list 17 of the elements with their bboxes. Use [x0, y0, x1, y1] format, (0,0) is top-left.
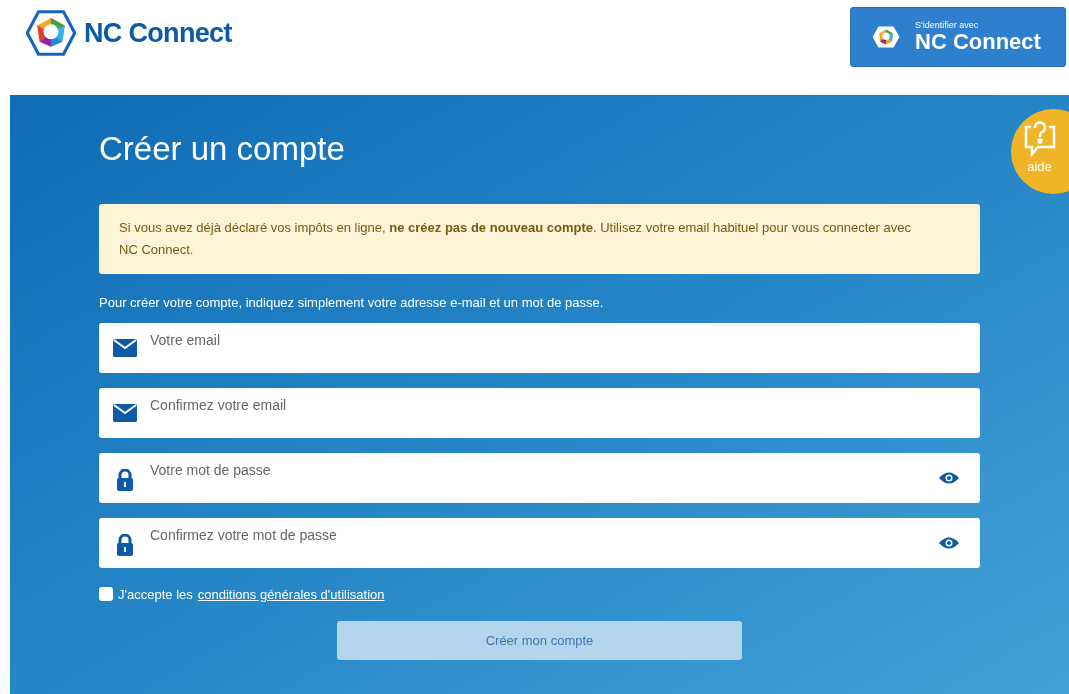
input-field[interactable]: Confirmez votre email: [99, 387, 980, 438]
lock-icon: [117, 468, 133, 491]
login-button[interactable]: S'identifier avec NC Connect: [850, 7, 1066, 67]
logo-text: NC Connect: [84, 16, 232, 50]
consent-label: J'accepte les: [118, 585, 193, 604]
logo-icon: [26, 8, 76, 58]
checkbox[interactable]: [99, 587, 113, 602]
intro-text: Pour créer votre compte, indiquez simplement votre adresse e-mail et un mot de passe.: [99, 294, 605, 312]
terms-link[interactable]: conditions générales d'utilisation: [197, 584, 385, 604]
page-title: Créer un compte: [99, 132, 346, 165]
eye-icon[interactable]: [938, 470, 960, 485]
input-field[interactable]: Confirmez votre mot de passe: [99, 517, 980, 568]
eye-icon[interactable]: [938, 535, 960, 550]
input-field[interactable]: Votre mot de passe: [99, 452, 980, 503]
input-field[interactable]: Votre email: [99, 322, 980, 373]
lock-icon: [117, 533, 133, 556]
warning-message: Si vous avez déjà déclaré vos impôts en ligne, ne créez pas de nouveau compte. Utilisez votre email habituel pour vous connecter avec NC Connect.: [99, 204, 980, 274]
